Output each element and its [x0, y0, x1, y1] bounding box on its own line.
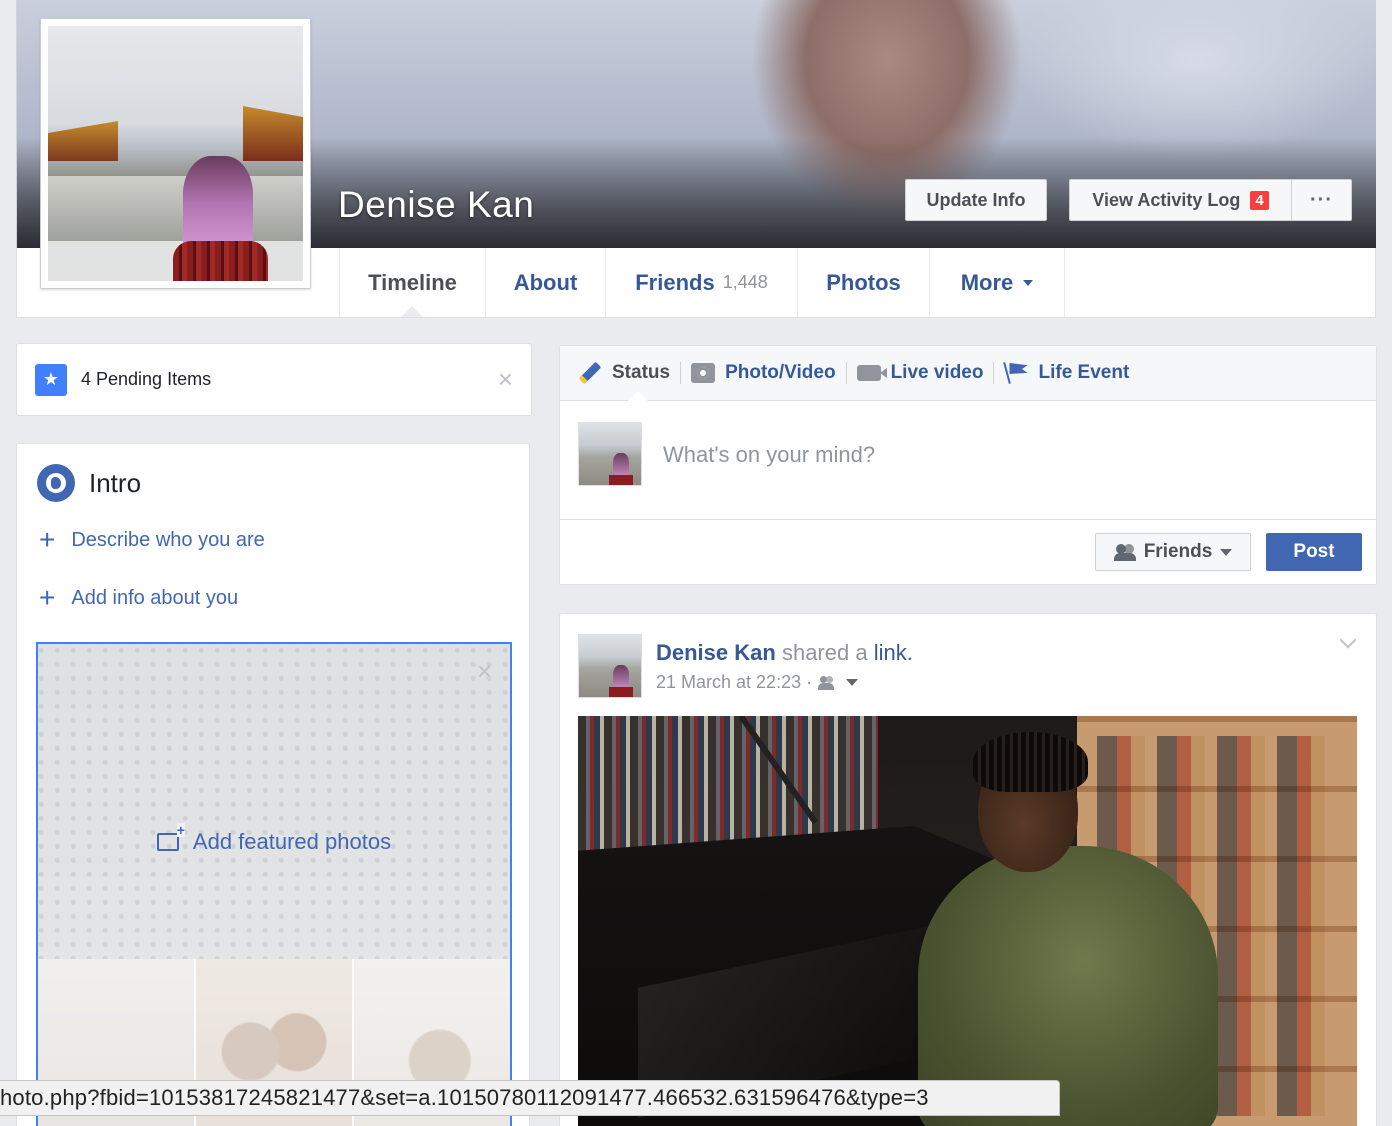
- composer-tab-live-label: Live video: [890, 362, 984, 383]
- star-icon: ★: [35, 363, 67, 396]
- composer-tab-status[interactable]: Status: [578, 361, 671, 385]
- pending-items-card[interactable]: ★ 4 Pending Items ×: [16, 343, 532, 416]
- profile-pic-roof-left: [48, 121, 118, 161]
- intro-header: Intro: [37, 464, 141, 502]
- featured-group-photo: [38, 644, 510, 959]
- composer-tab-life-event[interactable]: Life Event: [1004, 362, 1129, 384]
- feed-story: Denise Kan shared a link. 21 March at 22…: [559, 613, 1377, 1126]
- profile-pic-shirt: [173, 241, 268, 281]
- flag-icon: [1004, 362, 1028, 384]
- close-icon[interactable]: ×: [498, 366, 513, 392]
- avatar[interactable]: [578, 422, 642, 486]
- composer-tab-live-video[interactable]: Live video: [856, 362, 984, 384]
- more-options-button[interactable]: ···: [1291, 179, 1352, 221]
- composer-body[interactable]: What's on your mind?: [560, 402, 1376, 520]
- story-author-link[interactable]: Denise Kan: [656, 640, 776, 665]
- describe-who-you-are-label: Describe who you are: [71, 528, 265, 551]
- story-header: Denise Kan shared a link.: [656, 640, 913, 666]
- view-activity-log-label: View Activity Log: [1092, 189, 1241, 210]
- plus-icon: +: [39, 582, 56, 613]
- profile-picture[interactable]: [48, 26, 303, 281]
- divider: [993, 362, 995, 384]
- story-shared-image[interactable]: [578, 716, 1357, 1126]
- avatar[interactable]: [578, 634, 642, 698]
- intro-card: Intro + Describe who you are + Add info …: [16, 443, 530, 1126]
- friends-count: 1,448: [722, 272, 768, 292]
- photo-plus-icon: [156, 823, 185, 851]
- pending-items-label[interactable]: 4 Pending Items: [81, 369, 211, 390]
- story-timestamp[interactable]: 21 March at 22:23 ·: [656, 672, 812, 693]
- caret-down-icon: [1220, 548, 1233, 556]
- composer-tab-photo-label: Photo/Video: [725, 362, 836, 383]
- divider: [680, 362, 682, 384]
- audience-selector[interactable]: Friends: [1095, 533, 1251, 571]
- caret-down-icon: [1023, 279, 1034, 286]
- profile-picture-frame[interactable]: [40, 18, 311, 289]
- audience-label: Friends: [1143, 541, 1213, 562]
- story-action-text: shared a: [781, 640, 868, 665]
- profile-pic-hair: [183, 156, 253, 251]
- pencil-icon: [578, 361, 602, 385]
- profile-name[interactable]: Denise Kan: [338, 184, 534, 226]
- image-performer-hair: [973, 732, 1088, 792]
- status-input[interactable]: What's on your mind?: [663, 442, 875, 468]
- profile-pic-plaza: [48, 176, 303, 246]
- composer-tabs: Status Photo/Video Live video Life Event: [560, 346, 1376, 401]
- people-icon: [1113, 544, 1136, 561]
- describe-who-you-are-link[interactable]: + Describe who you are: [39, 526, 265, 554]
- add-featured-photos-label: Add featured photos: [192, 829, 392, 854]
- plus-icon: +: [39, 524, 56, 555]
- post-composer: Status Photo/Video Live video Life Event…: [559, 345, 1377, 585]
- tab-photos[interactable]: Photos: [797, 248, 929, 317]
- video-icon: [856, 365, 887, 381]
- composer-tab-status-label: Status: [612, 362, 671, 383]
- tab-about[interactable]: About: [485, 248, 605, 317]
- add-featured-photos-link[interactable]: Add featured photos: [38, 823, 510, 855]
- intro-title: Intro: [89, 467, 142, 498]
- divider: [845, 362, 847, 384]
- add-info-about-you-label: Add info about you: [71, 586, 239, 609]
- globe-icon: [37, 464, 75, 502]
- tab-more[interactable]: More: [929, 248, 1065, 317]
- featured-photos-box[interactable]: × Add featured photos: [36, 642, 512, 1126]
- status-url-text: hoto.php?fbid=10153817245821477&set=a.10…: [0, 1085, 929, 1110]
- post-button[interactable]: Post: [1266, 533, 1362, 571]
- browser-status-url: hoto.php?fbid=10153817245821477&set=a.10…: [0, 1080, 1060, 1116]
- view-activity-log-button[interactable]: View Activity Log 4: [1069, 179, 1291, 221]
- people-icon: [818, 675, 836, 690]
- story-object-link[interactable]: link.: [874, 640, 913, 665]
- activity-log-badge: 4: [1250, 190, 1269, 210]
- tab-friends[interactable]: Friends 1,448: [605, 248, 797, 317]
- composer-tab-pointer: [628, 391, 648, 401]
- chevron-down-icon[interactable]: [1339, 631, 1357, 649]
- add-info-about-you-link[interactable]: + Add info about you: [39, 584, 238, 612]
- active-tab-pointer: [401, 306, 423, 317]
- close-icon[interactable]: ×: [477, 658, 492, 684]
- composer-tab-photo-video[interactable]: Photo/Video: [691, 362, 836, 384]
- caret-down-icon[interactable]: [846, 679, 859, 686]
- tab-friends-label: Friends: [635, 269, 715, 295]
- profile-pic-roof-right: [243, 106, 303, 161]
- composer-tab-event-label: Life Event: [1038, 362, 1130, 383]
- update-info-button[interactable]: Update Info: [905, 179, 1047, 221]
- composer-footer: Friends Post: [560, 520, 1376, 584]
- camera-icon: [691, 363, 716, 383]
- story-meta: 21 March at 22:23 ·: [656, 672, 859, 693]
- tab-more-label: More: [960, 269, 1014, 295]
